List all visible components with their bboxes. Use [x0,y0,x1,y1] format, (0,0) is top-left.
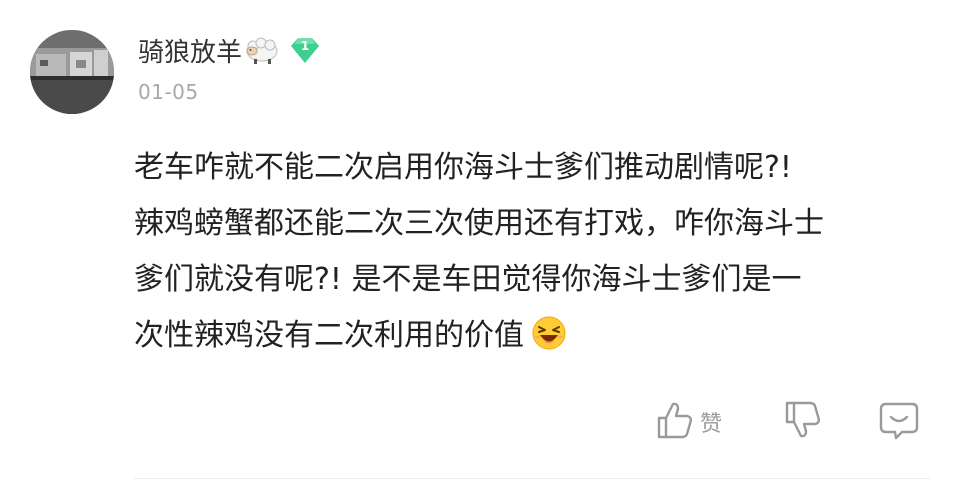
comment-line: 爹们就没有呢?! 是不是车田觉得你海斗士爹们是一 [134,262,802,297]
avatar[interactable] [30,30,114,114]
comment-line: 辣鸡螃蟹都还能二次三次使用还有打戏，咋你海斗士 [134,206,824,241]
comment-button[interactable] [878,400,920,444]
comment-line: 次性辣鸡没有二次利用的价值 [134,318,524,353]
divider [134,478,930,479]
username-row: 骑狼放羊 1 [138,30,320,70]
comment-body: 老车咋就不能二次启用你海斗士爹们推动剧情呢?! 辣鸡螃蟹都还能二次三次使用还有打… [134,140,934,364]
comment-last-line-row: 次性辣鸡没有二次利用的价值 [134,308,934,364]
sheep-emoji-icon [244,35,280,65]
comment-bubble-icon [878,400,920,444]
comment-date: 01-05 [138,80,199,104]
thumbs-up-icon [656,400,694,444]
dislike-button[interactable] [784,400,822,444]
like-label: 赞 [700,412,723,437]
thumbs-down-icon [784,400,822,444]
squinting-laugh-emoji-icon [532,313,566,350]
level-number: 1 [300,39,310,53]
username[interactable]: 骑狼放羊 [138,32,242,69]
comment-line: 老车咋就不能二次启用你海斗士爹们推动剧情呢?! [134,150,792,185]
like-button[interactable]: 赞 [656,400,722,444]
level-badge: 1 [290,36,320,64]
